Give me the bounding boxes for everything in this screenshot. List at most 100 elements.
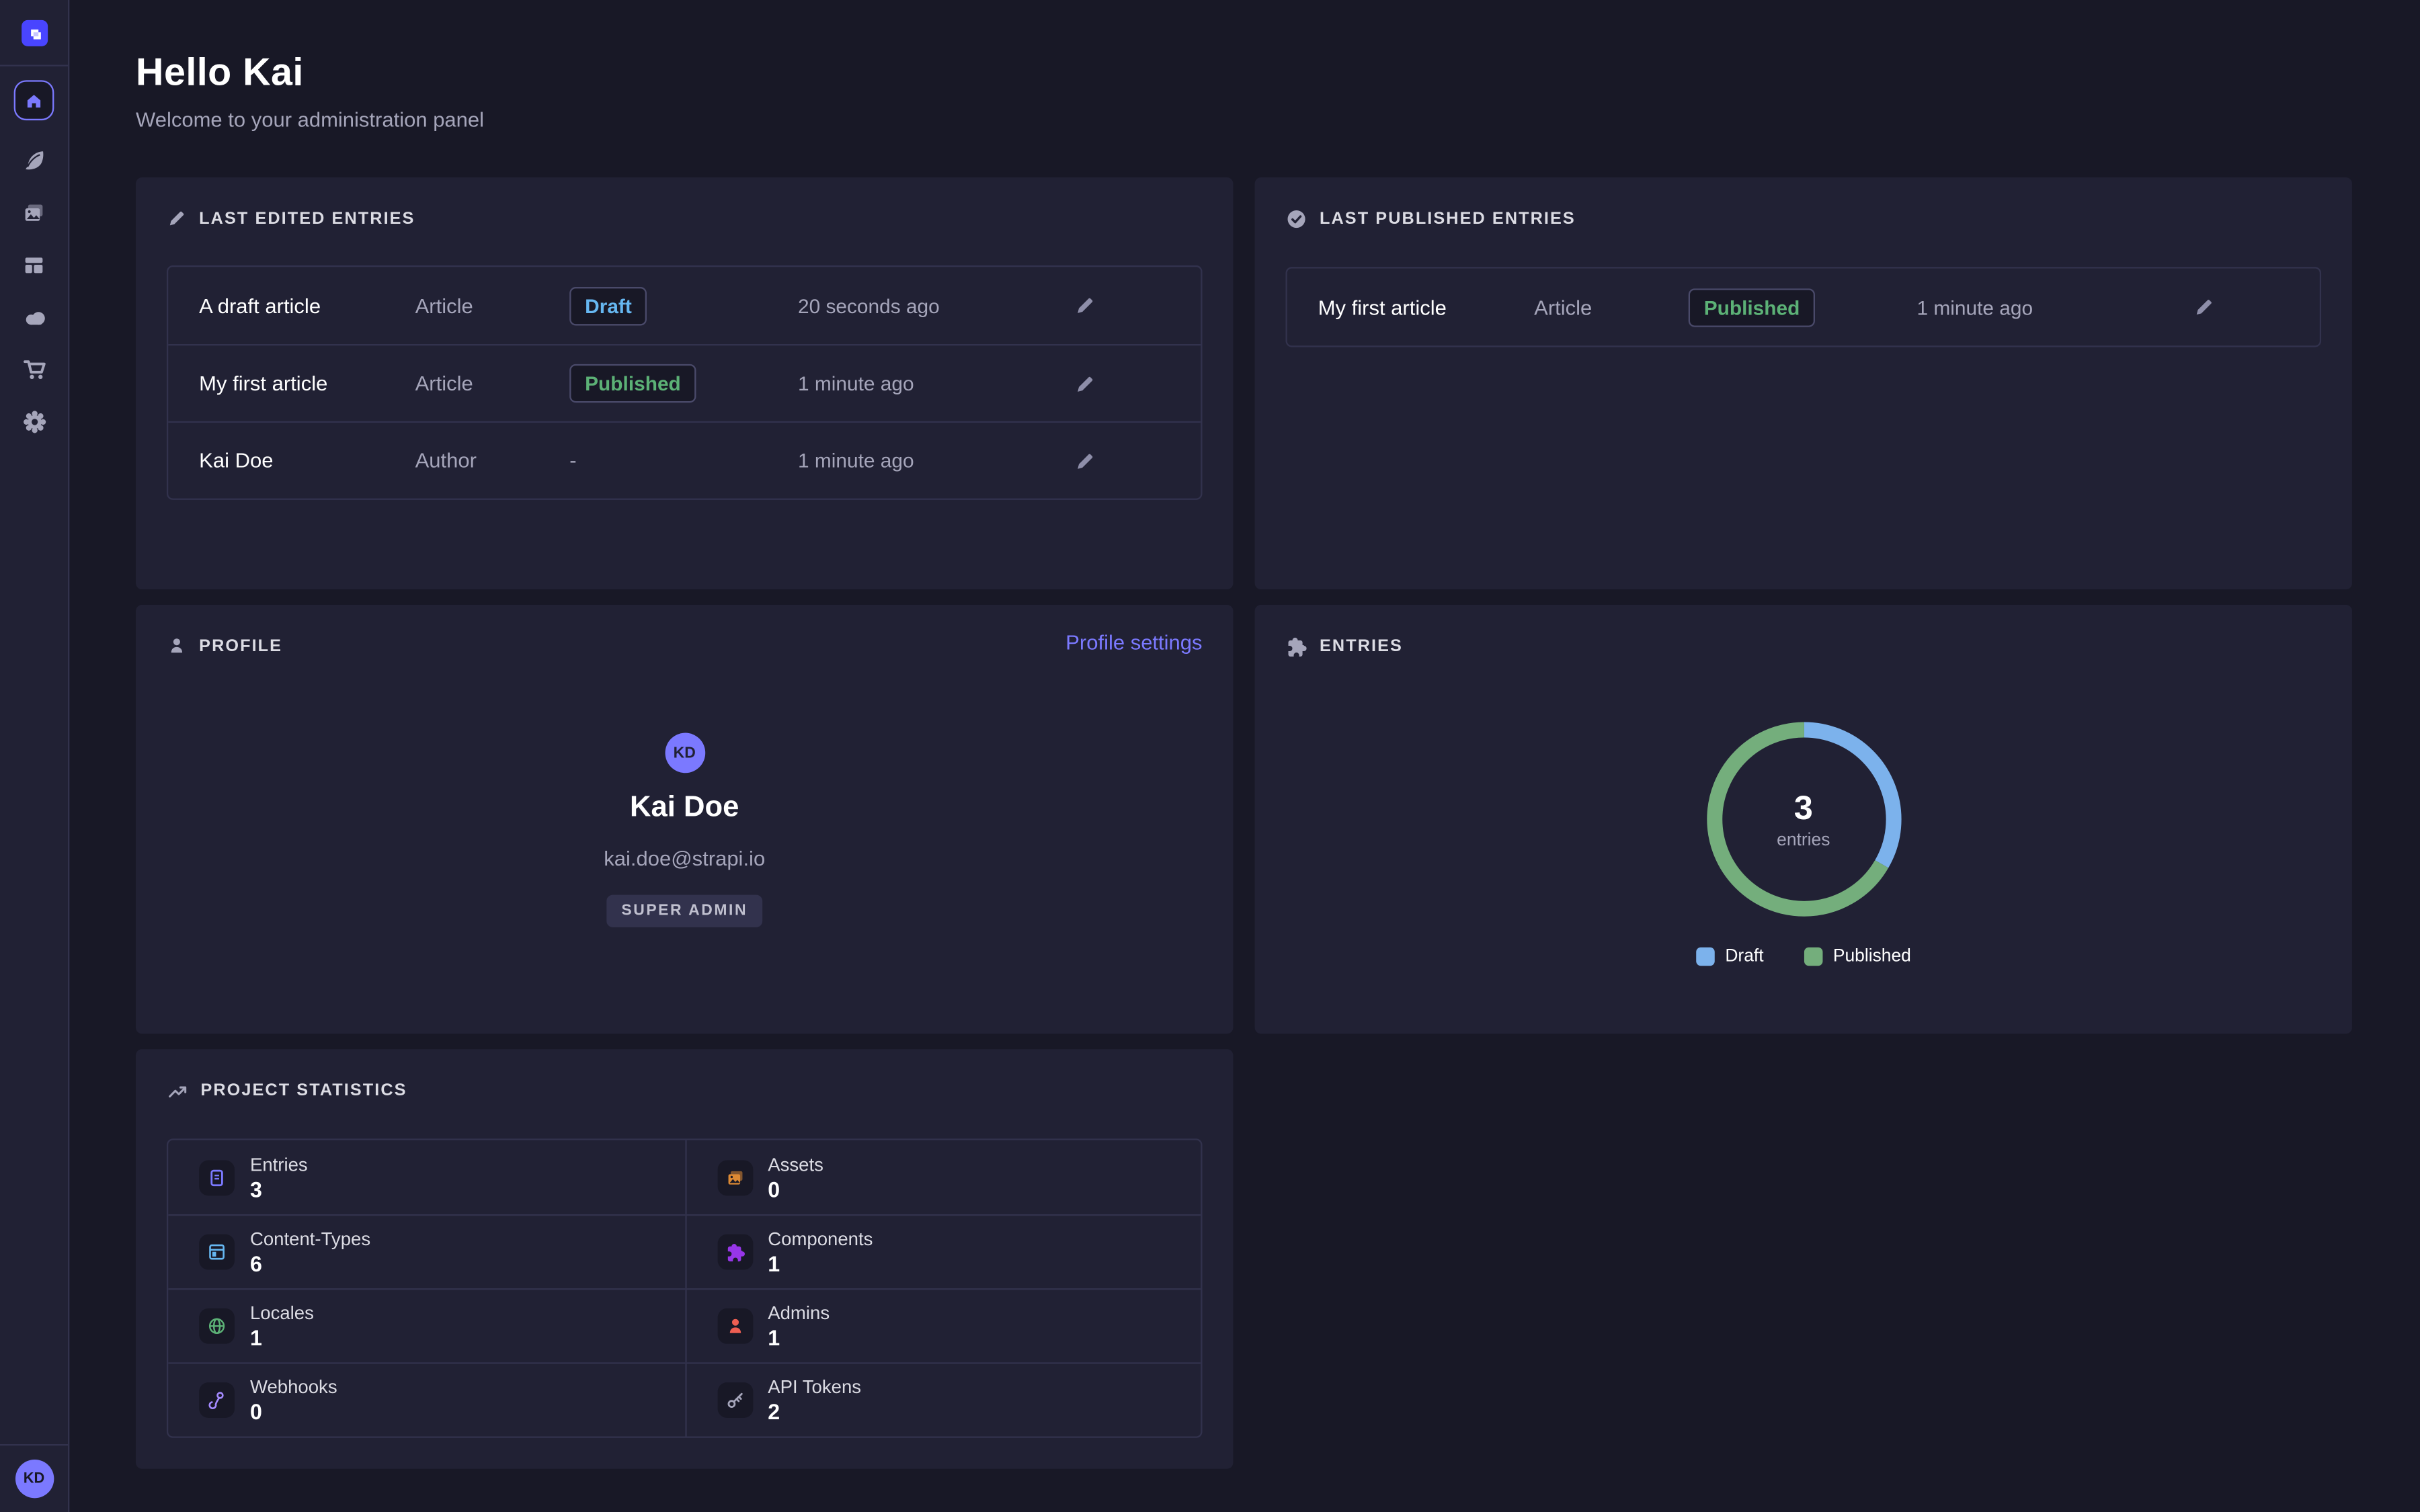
entry-name: My first article — [1318, 296, 1534, 319]
entry-type: Author — [415, 449, 570, 472]
legend-swatch-published — [1804, 948, 1822, 966]
edit-entry-button[interactable] — [1074, 372, 1096, 394]
sidebar-item-content-manager[interactable] — [21, 146, 47, 173]
cards-grid: LAST EDITED ENTRIES A draft article Arti… — [136, 177, 2352, 1469]
puzzle-icon — [717, 1234, 752, 1270]
status-badge: Draft — [569, 286, 647, 325]
legend-label: Draft — [1725, 948, 1763, 966]
user-avatar[interactable]: KD — [15, 1460, 53, 1498]
stat-value: 1 — [768, 1327, 830, 1348]
chart-legend: Draft Published — [1286, 948, 2322, 966]
entry-time: 1 minute ago — [798, 449, 1074, 472]
table-row: My first article Article Published 1 min… — [168, 344, 1201, 421]
entry-name: Kai Doe — [199, 449, 415, 472]
stat-label: Content-Types — [250, 1230, 370, 1249]
edit-entry-button[interactable] — [2193, 296, 2215, 318]
sidebar-item-settings[interactable] — [21, 409, 47, 435]
legend-swatch-draft — [1696, 948, 1715, 966]
pencil-icon — [2193, 296, 2215, 318]
sidebar-item-deploy[interactable] — [21, 304, 47, 330]
card-title: PROFILE — [199, 636, 282, 655]
card-title: ENTRIES — [1320, 637, 1403, 656]
sidebar-item-media-library[interactable] — [21, 199, 47, 225]
status-badge: Published — [569, 364, 696, 403]
feather-icon — [22, 147, 46, 172]
stat-admins: Admins 1 — [684, 1288, 1201, 1362]
gear-icon — [21, 409, 47, 435]
user-icon — [167, 636, 187, 656]
pencil-icon — [1074, 450, 1096, 471]
entry-name: A draft article — [199, 294, 415, 317]
status-badge: Published — [1689, 288, 1816, 326]
stat-label: Webhooks — [250, 1378, 337, 1396]
stat-value: 1 — [768, 1253, 873, 1274]
stat-label: Components — [768, 1230, 873, 1249]
entries-count: 3 — [1794, 788, 1813, 829]
legend-item-draft: Draft — [1696, 948, 1764, 966]
entries-card: ENTRIES 3 entries — [1255, 605, 2352, 1034]
entries-donut-chart: 3 entries — [1703, 719, 1904, 919]
file-icon — [199, 1159, 235, 1195]
pencil-icon — [1074, 372, 1096, 394]
key-icon — [717, 1382, 752, 1418]
sidebar-item-content-type-builder[interactable] — [21, 251, 47, 278]
images-icon — [717, 1159, 752, 1195]
globe-icon — [199, 1308, 235, 1344]
last-edited-table: A draft article Article Draft 20 seconds… — [167, 265, 1203, 500]
legend-label: Published — [1833, 948, 1911, 966]
entry-time: 20 seconds ago — [798, 294, 1074, 317]
page-subtitle: Welcome to your administration panel — [136, 108, 2352, 131]
layout-icon — [22, 252, 46, 277]
layout-icon — [199, 1234, 235, 1270]
sidebar-item-marketplace[interactable] — [21, 356, 47, 382]
last-published-table: My first article Article Published 1 min… — [1286, 267, 2322, 347]
stat-components: Components 1 — [684, 1214, 1201, 1288]
strapi-logo[interactable] — [21, 20, 47, 46]
stats-grid: Entries 3 Assets 0 — [167, 1138, 1203, 1437]
status-empty: - — [569, 448, 576, 471]
edit-entry-button[interactable] — [1074, 450, 1096, 471]
table-row: My first article Article Published 1 min… — [1287, 268, 2320, 345]
sidebar: KD — [0, 0, 69, 1512]
cloud-icon — [21, 304, 47, 330]
entry-type: Article — [415, 294, 570, 317]
sidebar-item-home[interactable] — [14, 80, 54, 120]
entry-type: Article — [415, 372, 570, 394]
stat-value: 6 — [250, 1253, 370, 1274]
project-statistics-card: PROJECT STATISTICS Entries 3 — [136, 1049, 1233, 1468]
card-title: LAST PUBLISHED ENTRIES — [1320, 210, 1576, 228]
entry-name: My first article — [199, 372, 415, 394]
pencil-icon — [167, 208, 187, 228]
stat-value: 3 — [250, 1178, 308, 1200]
stat-label: Assets — [768, 1154, 823, 1173]
stat-label: Admins — [768, 1304, 830, 1322]
avatar: KD — [664, 733, 704, 773]
stat-value: 0 — [250, 1401, 337, 1423]
entry-type: Article — [1534, 296, 1689, 319]
entries-count-label: entries — [1777, 832, 1830, 851]
role-badge: SUPER ADMIN — [606, 895, 763, 927]
stat-content-types: Content-Types 6 — [168, 1214, 684, 1288]
cart-icon — [21, 356, 47, 382]
legend-item-published: Published — [1804, 948, 1911, 966]
sidebar-nav — [0, 67, 68, 435]
card-title: LAST EDITED ENTRIES — [199, 209, 415, 228]
trending-up-icon — [167, 1080, 188, 1101]
pencil-icon — [1074, 295, 1096, 317]
profile-settings-link[interactable]: Profile settings — [1065, 631, 1202, 654]
stat-label: Entries — [250, 1154, 308, 1173]
profile-email: kai.doe@strapi.io — [167, 847, 1203, 870]
user-icon — [717, 1308, 752, 1344]
sidebar-footer: KD — [0, 1444, 68, 1512]
stat-label: Locales — [250, 1304, 314, 1322]
check-circle-icon — [1286, 208, 1307, 230]
stat-value: 1 — [250, 1327, 314, 1348]
card-title: PROJECT STATISTICS — [200, 1081, 407, 1100]
puzzle-icon — [1286, 636, 1307, 657]
page-title: Hello Kai — [136, 51, 2352, 96]
stat-assets: Assets 0 — [684, 1140, 1201, 1214]
strapi-admin-dashboard: KD Hello Kai Welcome to your administrat… — [0, 0, 2420, 1512]
webhook-icon — [199, 1382, 235, 1418]
profile-name: Kai Doe — [167, 792, 1203, 826]
edit-entry-button[interactable] — [1074, 295, 1096, 317]
